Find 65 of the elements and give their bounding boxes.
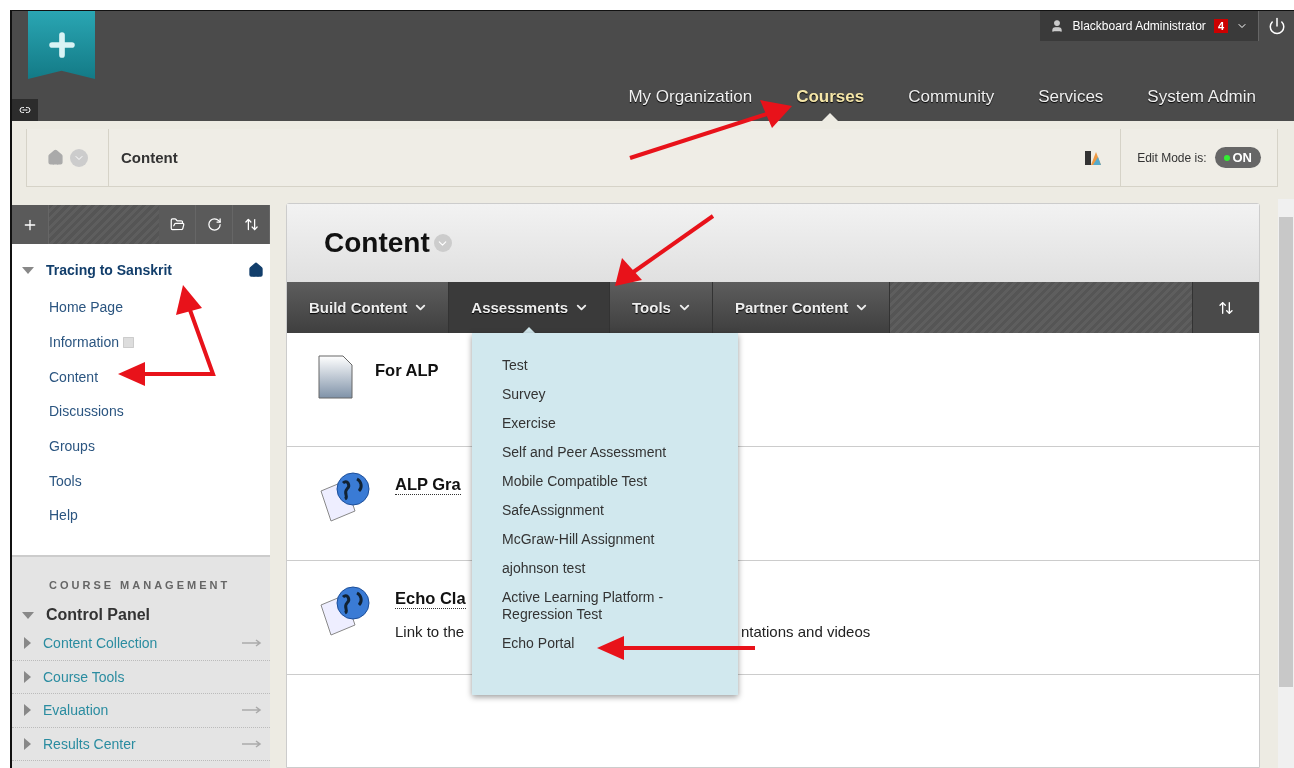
section-heading: COURSE MANAGEMENT [48, 579, 232, 591]
nav-tab[interactable]: System Admin [1147, 87, 1256, 107]
edit-mode-toggle[interactable]: ON [1214, 147, 1261, 168]
add-button[interactable] [12, 205, 49, 244]
item-description: Link to the [395, 623, 465, 640]
logo[interactable] [28, 11, 95, 79]
dropdown-item[interactable]: Mobile Compatible Test [502, 472, 738, 490]
content-item-title[interactable]: ALP Gra [395, 475, 461, 495]
expand-icon[interactable] [22, 611, 34, 619]
document-icon [317, 355, 353, 399]
course-menu-item[interactable]: Groups [22, 428, 270, 464]
arrow-icon [242, 739, 262, 748]
home-icon [248, 262, 264, 278]
expand-icon[interactable] [24, 704, 31, 717]
globe-document-icon [317, 583, 373, 639]
user-icon [1050, 19, 1065, 33]
nav-tab[interactable]: My Organization [628, 87, 753, 107]
panel-title[interactable]: Control Panel [46, 606, 150, 624]
course-menu-item[interactable]: Discussions [22, 394, 270, 429]
dropdown-item[interactable]: Exercise [502, 414, 738, 432]
dropdown-item[interactable]: ajohnson test [502, 559, 738, 577]
course-title[interactable]: Tracing to Sanskrit [46, 262, 236, 278]
arrow-icon [242, 706, 262, 715]
expand-icon[interactable] [24, 737, 31, 750]
sort-icon [243, 217, 259, 232]
refresh-button[interactable] [196, 205, 233, 244]
content-item-title[interactable]: Echo Cla [395, 589, 466, 609]
nav-tab[interactable]: Community [908, 87, 995, 107]
globe-document-icon [317, 469, 373, 525]
course-menu-item[interactable]: Information [22, 324, 270, 360]
course-menu-item[interactable]: Content [22, 359, 270, 395]
breadcrumb-item: Content [121, 149, 179, 166]
action-menu-button[interactable]: Assessments [449, 282, 611, 333]
link-icon[interactable] [12, 99, 38, 121]
folder-icon [169, 217, 185, 232]
expand-icon[interactable] [22, 266, 34, 274]
sort-button[interactable] [233, 205, 270, 244]
expand-icon[interactable] [24, 637, 31, 650]
folder-button[interactable] [159, 205, 196, 244]
content-item-title[interactable]: For ALP [375, 361, 439, 380]
dropdown-item[interactable]: Echo Portal [502, 634, 738, 652]
expand-icon[interactable] [24, 670, 31, 683]
dropdown-item[interactable]: Active Learning Platform - Regression Test [502, 588, 682, 623]
power-icon [1267, 17, 1286, 35]
dropdown-item[interactable]: Survey [502, 386, 738, 403]
hidden-icon [123, 336, 135, 348]
edit-mode-label: Edit Mode is: [1137, 150, 1207, 165]
dropdown-item[interactable]: SafeAssignment [502, 501, 738, 519]
scrollbar[interactable] [1278, 199, 1294, 768]
user-name[interactable]: Blackboard Administrator [1072, 19, 1206, 33]
page-title: Content [324, 227, 430, 259]
refresh-icon [206, 217, 222, 232]
home-icon[interactable] [47, 149, 64, 166]
dropdown-item[interactable]: Self and Peer Assessment [502, 443, 738, 461]
arrow-icon [242, 639, 262, 648]
palette-icon[interactable] [1084, 148, 1103, 167]
dropdown-item[interactable]: McGraw-Hill Assignment [502, 530, 738, 548]
notification-count[interactable]: 4 [1213, 19, 1228, 33]
dropdown-item[interactable]: Test [502, 357, 738, 374]
nav-tab[interactable]: Services [1038, 87, 1104, 107]
course-menu-item[interactable]: Tools [22, 463, 270, 499]
sort-icon [1218, 299, 1234, 316]
course-menu-item[interactable]: Home Page [22, 290, 270, 325]
course-menu-item[interactable]: Help [22, 498, 270, 533]
item-description: ntations and videos [741, 623, 871, 640]
